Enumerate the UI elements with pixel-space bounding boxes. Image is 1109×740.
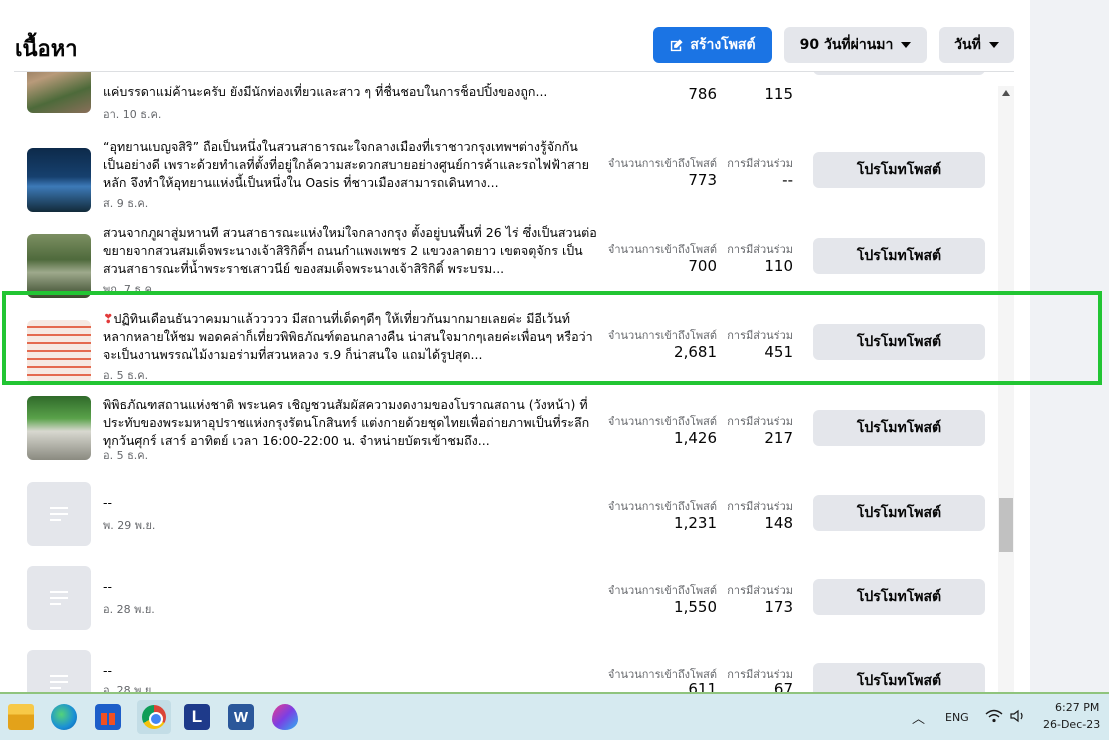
post-text[interactable]: -- bbox=[103, 662, 598, 680]
engagement-label: การมีส่วนร่วม bbox=[727, 584, 793, 597]
post-row: -- พ. 29 พ.ย. จำนวนการเข้าถึงโพสต์ การมี… bbox=[0, 480, 1000, 566]
promote-post-button[interactable]: โปรโมทโพสต์ bbox=[813, 663, 985, 692]
promote-post-button[interactable]: โปรโมทโพสต์ bbox=[813, 72, 985, 75]
post-date: อ. 28 พ.ย. bbox=[103, 603, 155, 616]
reach-label: จำนวนการเข้าถึงโพสต์ bbox=[607, 584, 717, 597]
post-date: พ. 29 พ.ย. bbox=[103, 519, 156, 532]
edit-icon bbox=[671, 38, 684, 51]
engagement-value: 67 bbox=[773, 680, 793, 692]
edge-icon[interactable] bbox=[51, 704, 77, 730]
store-grid bbox=[101, 713, 115, 725]
post-row: -- อ. 28 พ.ย. จำนวนการเข้าถึงโพสต์ การมี… bbox=[0, 564, 1000, 650]
scroll-up-arrow-icon[interactable] bbox=[1002, 90, 1010, 96]
word-icon[interactable]: W bbox=[228, 704, 254, 730]
engagement-value: 173 bbox=[764, 598, 793, 616]
post-row: -- อ. 28 พ.ย. จำนวนการเข้าถึงโพสต์ การมี… bbox=[0, 648, 1000, 692]
caret-down-icon bbox=[988, 42, 999, 48]
create-post-button[interactable]: สร้างโพสต์ bbox=[653, 27, 772, 63]
engagement-value: -- bbox=[782, 171, 793, 189]
promote-post-button[interactable]: โปรโมทโพสต์ bbox=[813, 238, 985, 274]
l-app-icon[interactable]: L bbox=[184, 704, 210, 730]
post-thumbnail[interactable] bbox=[27, 650, 91, 692]
reach-label: จำนวนการเข้าถึงโพสต์ bbox=[607, 157, 717, 170]
wifi-icon[interactable] bbox=[985, 709, 1003, 723]
chrome-center bbox=[149, 712, 163, 726]
clock-time[interactable]: 6:27 PM bbox=[1055, 701, 1099, 714]
scrollbar-thumb[interactable] bbox=[999, 498, 1013, 552]
content-header: เนื้อหา สร้างโพสต์ 90 วันที่ผ่านมา วันที… bbox=[0, 0, 1030, 72]
create-post-label: สร้างโพสต์ bbox=[690, 37, 756, 53]
language-indicator[interactable]: ENG bbox=[945, 711, 969, 724]
clock-date[interactable]: 26-Dec-23 bbox=[1043, 718, 1100, 731]
page-title: เนื้อหา bbox=[15, 37, 78, 62]
engagement-value: 148 bbox=[764, 514, 793, 532]
post-thumbnail[interactable] bbox=[27, 396, 91, 460]
engagement-label: การมีส่วนร่วม bbox=[727, 157, 793, 170]
engagement-label: การมีส่วนร่วม bbox=[727, 243, 793, 256]
post-row: พิพิธภัณฑสถานแห่งชาติ พระนคร เชิญชวนสัมผ… bbox=[0, 396, 1000, 482]
sort-dropdown[interactable]: วันที่ bbox=[939, 27, 1014, 63]
caret-down-icon bbox=[901, 42, 912, 48]
header-divider bbox=[14, 71, 1014, 72]
reach-label: จำนวนการเข้าถึงโพสต์ bbox=[607, 415, 717, 428]
post-date: อ. 28 พ.ย. bbox=[103, 684, 155, 692]
post-text[interactable]: “อุทยานเบญจสิริ” ถือเป็นหนึ่งในสวนสาธารณ… bbox=[103, 138, 598, 192]
post-text[interactable]: พิพิธภัณฑสถานแห่งชาติ พระนคร เชิญชวนสัมผ… bbox=[103, 396, 598, 450]
chrome-icon[interactable] bbox=[137, 700, 171, 734]
post-date: ส. 9 ธ.ค. bbox=[103, 197, 149, 210]
reach-label: จำนวนการเข้าถึงโพสต์ bbox=[607, 243, 717, 256]
reach-value: 611 bbox=[688, 680, 717, 692]
reach-value: 1,550 bbox=[674, 598, 717, 616]
highlight-box bbox=[2, 291, 1102, 385]
text-lines-icon bbox=[50, 591, 68, 605]
post-date: อา. 10 ธ.ค. bbox=[103, 108, 162, 121]
store-icon[interactable] bbox=[95, 704, 121, 730]
engagement-value: 110 bbox=[764, 257, 793, 275]
reach-value: 700 bbox=[688, 257, 717, 275]
engagement-label: การมีส่วนร่วม bbox=[727, 415, 793, 428]
date-range-dropdown[interactable]: 90 วันที่ผ่านมา bbox=[784, 27, 927, 63]
post-thumbnail[interactable] bbox=[27, 72, 91, 113]
engagement-value: 217 bbox=[764, 429, 793, 447]
text-lines-icon bbox=[50, 675, 68, 689]
reach-value: 1,231 bbox=[674, 514, 717, 532]
post-thumbnail[interactable] bbox=[27, 148, 91, 212]
promote-post-button[interactable]: โปรโมทโพสต์ bbox=[813, 410, 985, 446]
post-text[interactable]: -- bbox=[103, 578, 598, 596]
reach-value: 786 bbox=[688, 85, 717, 103]
post-row: “อุทยานเบญจสิริ” ถือเป็นหนึ่งในสวนสาธารณ… bbox=[0, 138, 1000, 224]
tray-overflow-icon[interactable]: ︿ bbox=[912, 708, 925, 727]
vertical-scrollbar[interactable] bbox=[998, 86, 1014, 692]
promote-post-button[interactable]: โปรโมทโพสต์ bbox=[813, 579, 985, 615]
text-lines-icon bbox=[50, 507, 68, 521]
post-text[interactable]: -- bbox=[103, 494, 598, 512]
post-thumbnail[interactable] bbox=[27, 482, 91, 546]
promote-post-button[interactable]: โปรโมทโพสต์ bbox=[813, 495, 985, 531]
post-thumbnail[interactable] bbox=[27, 566, 91, 630]
reach-label: จำนวนการเข้าถึงโพสต์ bbox=[607, 500, 717, 513]
reach-value: 773 bbox=[688, 171, 717, 189]
post-row: แค่บรรดาแม่ค้านะครับ ยังมีนักท่องเที่ยวแ… bbox=[0, 72, 1000, 125]
windows-taskbar: L W ︿ ENG 6:27 PM 26-Dec-23 bbox=[0, 692, 1109, 740]
promote-post-button[interactable]: โปรโมทโพสต์ bbox=[813, 152, 985, 188]
date-range-label: 90 วันที่ผ่านมา bbox=[799, 37, 894, 53]
engagement-label: การมีส่วนร่วม bbox=[727, 500, 793, 513]
file-explorer-icon[interactable] bbox=[8, 704, 34, 730]
post-text[interactable]: สวนจากภูผาสู่มหานที สวนสาธารณะแห่งใหม่ใจ… bbox=[103, 224, 598, 278]
engagement-value: 115 bbox=[764, 85, 793, 103]
paint-icon[interactable] bbox=[272, 704, 298, 730]
post-thumbnail[interactable] bbox=[27, 234, 91, 298]
post-date: อ. 5 ธ.ค. bbox=[103, 449, 149, 462]
volume-icon[interactable] bbox=[1010, 709, 1026, 723]
reach-value: 1,426 bbox=[674, 429, 717, 447]
post-text[interactable]: แค่บรรดาแม่ค้านะครับ ยังมีนักท่องเที่ยวแ… bbox=[103, 83, 598, 101]
sort-label: วันที่ bbox=[954, 37, 981, 53]
